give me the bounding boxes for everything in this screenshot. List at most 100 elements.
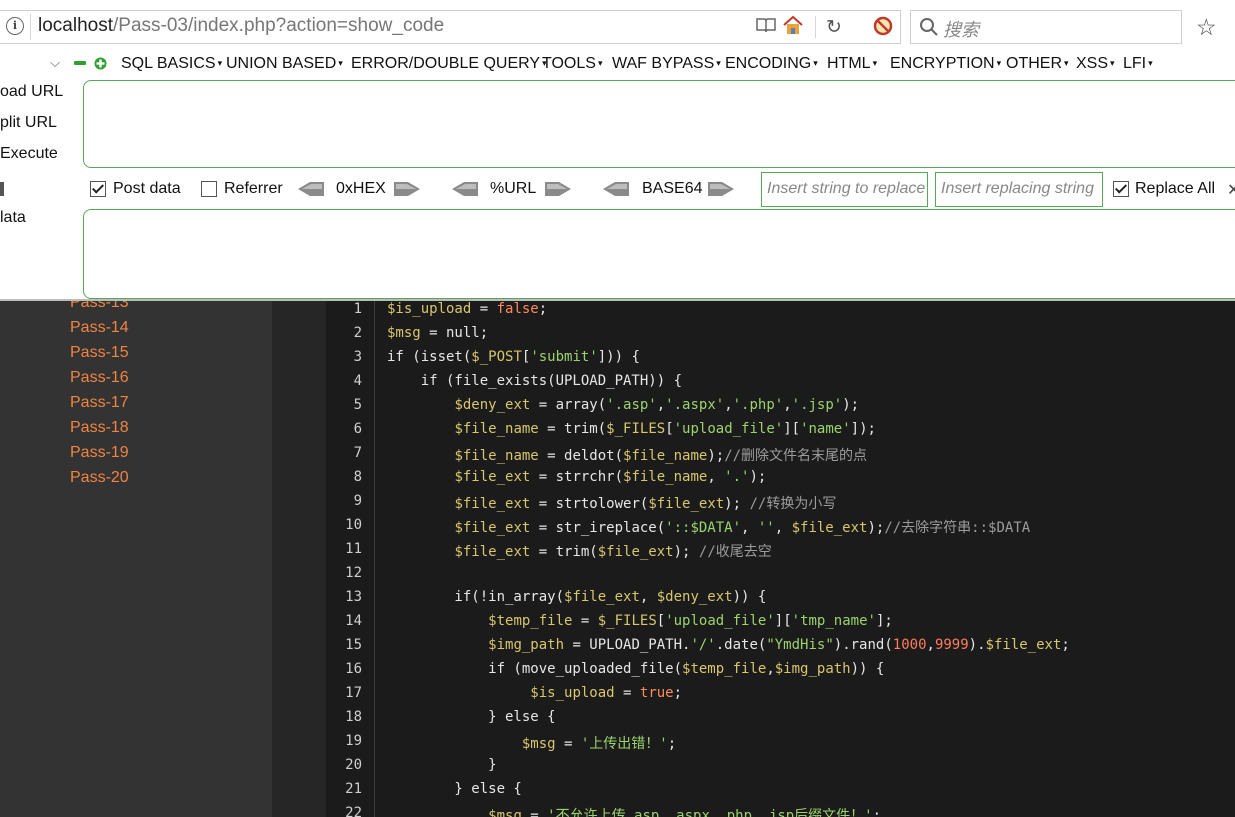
menu-sql-basics[interactable]: SQL BASICS ▾ [121, 55, 222, 73]
code-line: $img_path = UPLOAD_PATH.'/'.date("YmdHis… [488, 637, 1070, 653]
line-number: 15 [345, 637, 362, 653]
encode-base64-arrow-icon[interactable] [706, 181, 736, 197]
menu-encoding[interactable]: ENCODING ▾ [725, 55, 818, 73]
line-number-gutter: 1 2 3 4 5 6 7 8 9 10 11 12 13 14 15 16 1… [326, 301, 375, 817]
url-text[interactable]: localhost/Pass-03/index.php?action=show_… [38, 15, 444, 37]
clipped-control[interactable] [0, 182, 4, 196]
decode-url-arrow-icon[interactable] [450, 181, 480, 197]
code-line: } else { [387, 781, 522, 797]
info-icon[interactable]: i [6, 17, 24, 35]
code-line: $temp_file = $_FILES['upload_file']['tmp… [488, 613, 893, 629]
line-number: 14 [345, 613, 362, 629]
sidebar-item-pass-13[interactable]: Pass-13 [70, 301, 129, 312]
code-line: if (move_uploaded_file($temp_file,$img_p… [387, 661, 885, 677]
menu-error-double-query[interactable]: ERROR/DOUBLE QUERY ▾ [351, 55, 547, 73]
sidebar-item-pass-16[interactable]: Pass-16 [70, 369, 129, 387]
referrer-checkbox[interactable] [201, 181, 217, 197]
referrer-option-label: Referrer [224, 180, 283, 197]
decode-hex-arrow-icon[interactable] [296, 181, 326, 197]
replace-from-placeholder: Insert string to replace [767, 180, 926, 197]
hex-label: 0xHEX [336, 180, 386, 197]
menu-xss[interactable]: XSS ▾ [1076, 55, 1115, 73]
load-url-button[interactable]: oad URL [0, 83, 63, 101]
divider [815, 16, 816, 38]
sidebar-item-pass-17[interactable]: Pass-17 [70, 394, 129, 412]
line-number: 17 [345, 685, 362, 701]
code-line: $file_ext = strrchr($file_name, '.'); [454, 469, 767, 485]
bookmark-star-icon[interactable]: ☆ [1196, 14, 1217, 41]
search-box[interactable]: 搜索 [910, 10, 1182, 44]
line-number: 1 [353, 301, 362, 317]
line-number: 8 [353, 469, 362, 485]
sidebar-item-pass-14[interactable]: Pass-14 [70, 319, 129, 337]
code-line: $file_ext = str_ireplace('::$DATA', '', … [454, 520, 1031, 536]
line-number: 4 [353, 373, 362, 389]
block-scripts-icon[interactable] [872, 15, 894, 37]
code-line: $is_upload = false; [387, 301, 548, 317]
code-line: } else { [387, 709, 556, 725]
sidebar-item-pass-20[interactable]: Pass-20 [70, 469, 129, 487]
split-url-button[interactable]: plit URL [0, 114, 57, 132]
code-line: $msg = '不允许上传.asp,.aspx,.php,.jsp后缀文件！'; [488, 808, 882, 817]
menu-tools[interactable]: TOOLS ▾ [542, 55, 602, 73]
line-number: 7 [353, 445, 362, 461]
line-number: 19 [345, 733, 362, 749]
decode-base64-arrow-icon[interactable] [601, 181, 631, 197]
menu-union-based[interactable]: UNION BASED ▾ [226, 55, 343, 73]
line-number: 13 [345, 589, 362, 605]
sidebar-item-pass-19[interactable]: Pass-19 [70, 444, 129, 462]
menu-label: OTHER [1006, 55, 1062, 72]
caret-icon: ▾ [338, 58, 343, 69]
menu-label: ERROR/DOUBLE QUERY [351, 55, 541, 72]
reload-icon[interactable]: ↻ [826, 16, 842, 39]
replace-all-checkbox[interactable] [1113, 181, 1129, 197]
line-number: 20 [345, 757, 362, 773]
menu-lfi[interactable]: LFI ▾ [1123, 55, 1153, 73]
code-line: $msg = null; [387, 325, 489, 341]
plus-icon[interactable] [94, 57, 107, 70]
post-data-textarea[interactable] [83, 209, 1235, 299]
line-number: 16 [345, 661, 362, 677]
code-line: $file_name = deldot($file_name);//删除文件名末… [454, 448, 868, 464]
line-number: 11 [345, 541, 362, 557]
encode-hex-arrow-icon[interactable] [392, 181, 422, 197]
encode-url-arrow-icon[interactable] [543, 181, 573, 197]
sidebar-item-pass-15[interactable]: Pass-15 [70, 344, 129, 362]
hackbar-select[interactable]: ⌵ [2, 53, 64, 75]
sidebar-item-pass-18[interactable]: Pass-18 [70, 419, 129, 437]
menu-label: TOOLS [542, 55, 596, 72]
line-number: 22 [345, 805, 362, 817]
search-placeholder: 搜索 [943, 20, 979, 40]
replace-to-input[interactable]: Insert replacing string [935, 172, 1103, 207]
content-gap [272, 301, 326, 817]
menu-encryption[interactable]: ENCRYPTION ▾ [890, 55, 1001, 73]
code-line: $file_ext = trim($file_ext); //收尾去空 [454, 544, 772, 560]
menu-waf-bypass[interactable]: WAF BYPASS ▾ [612, 55, 721, 73]
caret-icon: ▾ [1148, 58, 1153, 69]
menu-other[interactable]: OTHER ▾ [1006, 55, 1069, 73]
code-line: } [387, 757, 497, 773]
replace-to-placeholder: Insert replacing string [941, 180, 1094, 197]
line-number: 18 [345, 709, 362, 725]
reader-view-icon[interactable] [756, 17, 776, 33]
line-number: 9 [353, 493, 362, 509]
replace-from-input[interactable]: Insert string to replace [761, 172, 928, 207]
home-icon[interactable] [782, 15, 804, 35]
minus-icon[interactable] [74, 57, 86, 69]
url-textarea[interactable] [83, 80, 1235, 168]
caret-icon: ▾ [716, 58, 721, 69]
caret-icon: ▾ [996, 58, 1002, 69]
menu-html[interactable]: HTML ▾ [827, 55, 877, 73]
url-path: /Pass-03/index.php?action=show_code [113, 15, 445, 36]
execute-button[interactable]: Execute [0, 145, 58, 163]
code-line: if(!in_array($file_ext, $deny_ext)) { [387, 589, 767, 605]
caret-icon: ▾ [1064, 58, 1069, 69]
post-data-label: lata [0, 209, 26, 226]
post-data-checkbox[interactable] [90, 181, 106, 197]
sidebar: Pass-13 Pass-14 Pass-15 Pass-16 Pass-17 … [0, 301, 272, 817]
code-line: $is_upload = true; [530, 685, 683, 701]
menu-label: ENCODING [725, 55, 812, 72]
code-line: $file_name = trim($_FILES['upload_file']… [454, 421, 876, 437]
menu-label: ENCRYPTION [890, 55, 995, 72]
close-icon[interactable]: ✕ [1227, 180, 1235, 200]
